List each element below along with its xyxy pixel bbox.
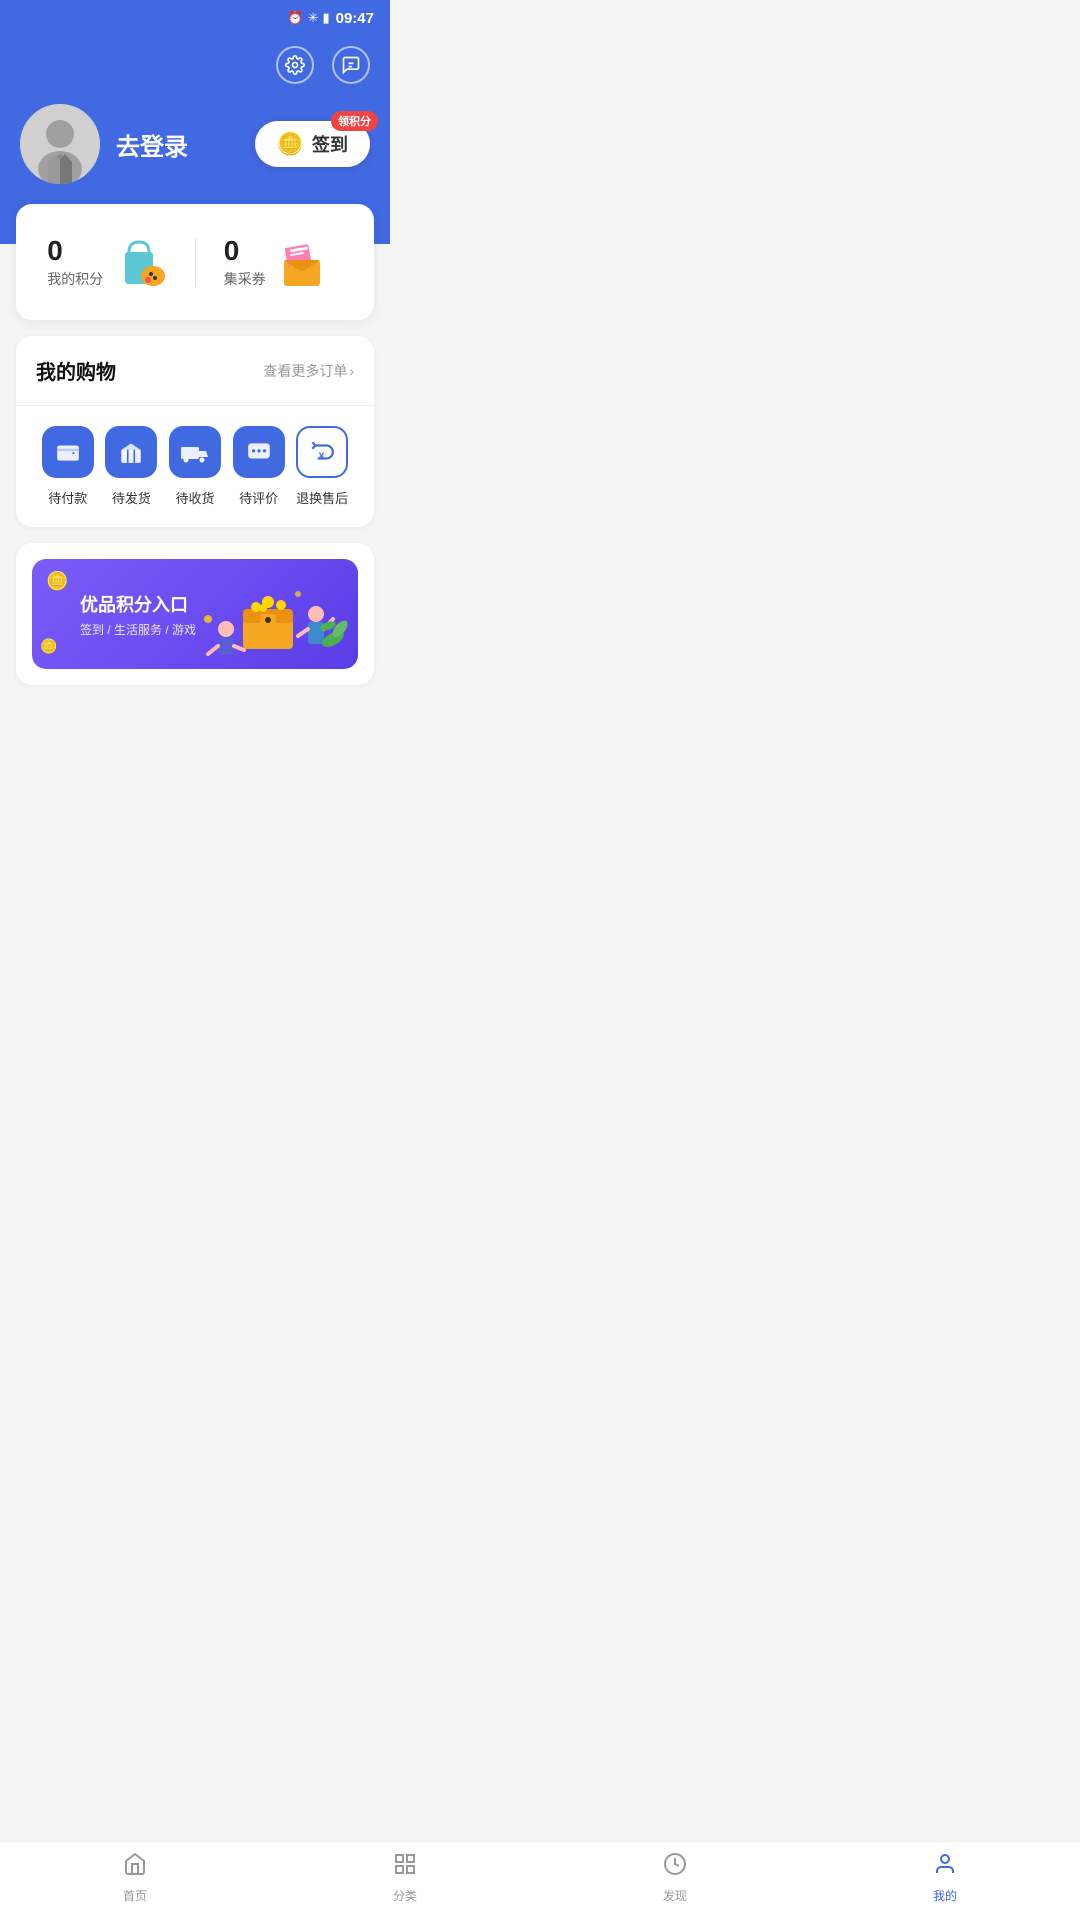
mine-label: 我的 — [933, 1887, 957, 1904]
order-refund[interactable]: ¥ 退换售后 — [290, 426, 354, 507]
signin-wrapper: 领积分 🪙 签到 — [255, 121, 370, 167]
status-time: 09:47 — [336, 10, 374, 27]
avatar[interactable] — [20, 104, 100, 184]
home-label: 首页 — [123, 1887, 147, 1904]
nav-mine[interactable]: 我的 — [810, 1852, 1080, 1904]
pending-payment-icon-wrap — [42, 426, 94, 478]
home-icon — [123, 1852, 147, 1883]
order-pending-payment[interactable]: 待付款 — [36, 426, 100, 507]
login-link[interactable]: 去登录 — [116, 127, 188, 162]
pending-payment-label: 待付款 — [48, 488, 87, 507]
points-label: 我的积分 — [47, 269, 103, 289]
discover-svg — [663, 1852, 687, 1876]
points-stat[interactable]: 0 我的积分 — [26, 232, 195, 292]
svg-text:¥: ¥ — [319, 452, 325, 463]
nav-home[interactable]: 首页 — [0, 1852, 270, 1904]
pending-ship-icon-wrap — [105, 426, 157, 478]
mine-icon — [933, 1852, 957, 1883]
coupons-text: 0 集采券 — [224, 235, 266, 289]
order-grid: 待付款 待发货 — [36, 426, 354, 507]
banner-section: 🪙 🪙 优品积分入口 签到 / 生活服务 / 游戏 — [16, 543, 374, 685]
chat-icon — [246, 439, 272, 465]
pending-review-icon-wrap — [233, 426, 285, 478]
bluetooth-icon: ✳ — [308, 10, 319, 26]
pending-review-label: 待评价 — [239, 488, 278, 507]
points-image — [113, 232, 173, 292]
coin-icon: 🪙 — [277, 131, 304, 157]
category-svg — [393, 1852, 417, 1876]
points-banner[interactable]: 🪙 🪙 优品积分入口 签到 / 生活服务 / 游戏 — [32, 559, 358, 669]
order-pending-receive[interactable]: 待收货 — [163, 426, 227, 507]
pending-ship-label: 待发货 — [112, 488, 151, 507]
message-icon — [341, 55, 361, 75]
category-icon — [393, 1852, 417, 1883]
banner-title: 优品积分入口 — [80, 591, 196, 617]
banner-illustration — [188, 559, 358, 669]
banner-coin-bottom: 🪙 — [40, 638, 57, 655]
home-svg — [123, 1852, 147, 1876]
category-label: 分类 — [393, 1887, 417, 1904]
pending-receive-icon-wrap — [169, 426, 221, 478]
bottom-padding — [0, 685, 390, 765]
section-divider — [16, 405, 374, 406]
shopping-header: 我的购物 查看更多订单 › — [36, 356, 354, 385]
points-badge: 领积分 — [331, 111, 378, 131]
banner-coin-top: 🪙 — [46, 571, 68, 592]
nav-category[interactable]: 分类 — [270, 1852, 540, 1904]
avatar-image — [20, 104, 100, 184]
points-text: 0 我的积分 — [47, 235, 103, 289]
order-pending-review[interactable]: 待评价 — [227, 426, 291, 507]
shopping-section: 我的购物 查看更多订单 › 待付款 — [16, 336, 374, 527]
coupons-stat[interactable]: 0 集采券 — [196, 232, 365, 292]
status-icons: ⏰ ✳ ▮ — [287, 10, 329, 26]
refund-icon: ¥ — [309, 439, 335, 465]
pending-receive-label: 待收货 — [175, 488, 214, 507]
profile-row: 去登录 领积分 🪙 签到 — [20, 104, 370, 184]
wallet-icon — [55, 439, 81, 465]
profile-left: 去登录 — [20, 104, 188, 184]
mine-svg — [933, 1852, 957, 1876]
settings-icon — [285, 55, 305, 75]
refund-icon-wrap: ¥ — [296, 426, 348, 478]
box-icon — [118, 439, 144, 465]
more-orders-link[interactable]: 查看更多订单 › — [263, 361, 354, 381]
banner-text: 优品积分入口 签到 / 生活服务 / 游戏 — [80, 591, 196, 638]
discover-label: 发现 — [663, 1887, 687, 1904]
order-pending-ship[interactable]: 待发货 — [100, 426, 164, 507]
coupons-label: 集采券 — [224, 269, 266, 289]
chevron-right-icon: › — [349, 363, 354, 379]
header-actions — [20, 46, 370, 84]
settings-button[interactable] — [276, 46, 314, 84]
treasure-svg — [188, 564, 348, 664]
nav-discover[interactable]: 发现 — [540, 1852, 810, 1904]
refund-label: 退换售后 — [296, 488, 348, 507]
banner-subtitle: 签到 / 生活服务 / 游戏 — [80, 621, 196, 638]
coupons-value: 0 — [224, 235, 266, 267]
discover-icon — [663, 1852, 687, 1883]
message-button[interactable] — [332, 46, 370, 84]
status-bar: ⏰ ✳ ▮ 09:47 — [0, 0, 390, 36]
truck-icon — [180, 439, 210, 465]
bottom-nav: 首页 分类 发现 我的 — [0, 1841, 1080, 1920]
coupons-image — [276, 232, 336, 292]
battery-icon: ▮ — [322, 10, 329, 26]
more-orders-text: 查看更多订单 — [263, 361, 347, 381]
signin-label: 签到 — [312, 131, 348, 157]
stats-card: 0 我的积分 0 集采券 — [16, 204, 374, 320]
shopping-title: 我的购物 — [36, 356, 116, 385]
points-value: 0 — [47, 235, 103, 267]
alarm-icon: ⏰ — [287, 10, 303, 26]
